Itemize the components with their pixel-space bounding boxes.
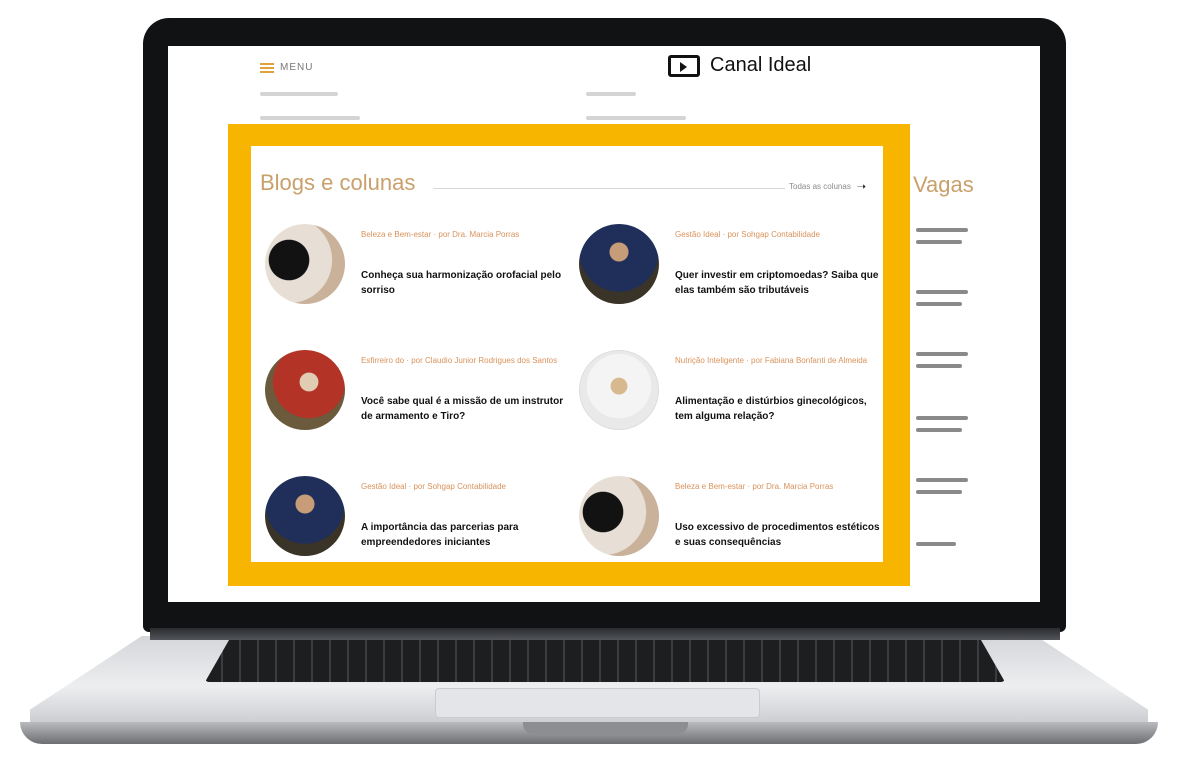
author-avatar: [265, 224, 345, 304]
laptop-trackpad: [435, 688, 760, 718]
hamburger-icon: [260, 62, 274, 73]
vagas-more-link[interactable]: [916, 542, 996, 554]
post-category[interactable]: Beleza e Bem-estar · por Dra. Marcia Por…: [675, 480, 875, 494]
all-columns-label: Todas as colunas: [789, 182, 851, 191]
logo-text: Canal Ideal: [710, 54, 812, 76]
laptop-hinge: [150, 628, 1060, 640]
author-avatar: [265, 476, 345, 556]
post-category[interactable]: Gestão Ideal · por Sohgap Contabilidade: [675, 228, 875, 242]
vagas-title: Vagas: [913, 172, 974, 197]
post-category[interactable]: Esfirreiro do · por Claudio Junior Rodri…: [361, 354, 561, 368]
menu-button[interactable]: MENU: [260, 62, 313, 73]
blog-post[interactable]: Esfirreiro do · por Claudio Junior Rodri…: [265, 350, 565, 460]
post-headline[interactable]: Conheça sua harmonização orofacial pelo …: [361, 268, 566, 298]
vagas-item[interactable]: [916, 290, 996, 314]
highlight-frame: Blogs e colunas Todas as colunas ➝ Belez…: [228, 124, 910, 586]
blogs-title: Blogs e colunas: [260, 170, 416, 195]
post-headline[interactable]: Alimentação e distúrbios ginecológicos, …: [675, 394, 880, 424]
play-screen-icon: [668, 54, 700, 77]
blog-post[interactable]: Nutrição Inteligente · por Fabiana Bonfa…: [579, 350, 879, 460]
post-category[interactable]: Nutrição Inteligente · por Fabiana Bonfa…: [675, 354, 875, 368]
blogs-panel: Blogs e colunas Todas as colunas ➝ Belez…: [251, 146, 883, 562]
blurred-text: [586, 92, 636, 96]
blurred-text: [260, 92, 338, 96]
author-avatar: [265, 350, 345, 430]
laptop-notch: [523, 722, 688, 734]
all-columns-link[interactable]: Todas as colunas ➝: [789, 180, 866, 193]
blog-post[interactable]: Gestão Ideal · por Sohgap Contabilidade …: [579, 224, 879, 334]
post-headline[interactable]: A importância das parcerias para empreen…: [361, 520, 566, 550]
menu-label: MENU: [280, 62, 314, 73]
vagas-item[interactable]: [916, 478, 996, 502]
post-category[interactable]: Gestão Ideal · por Sohgap Contabilidade: [361, 480, 561, 494]
author-avatar: [579, 476, 659, 556]
post-headline[interactable]: Quer investir em criptomoedas? Saiba que…: [675, 268, 880, 298]
vagas-item[interactable]: [916, 228, 996, 252]
post-headline[interactable]: Você sabe qual é a missão de um instruto…: [361, 394, 566, 424]
title-divider: [433, 188, 785, 189]
post-category[interactable]: Beleza e Bem-estar · por Dra. Marcia Por…: [361, 228, 561, 242]
blurred-link: [260, 116, 360, 120]
laptop-keyboard: [205, 640, 1005, 682]
vagas-item[interactable]: [916, 352, 996, 376]
blog-post[interactable]: Beleza e Bem-estar · por Dra. Marcia Por…: [265, 224, 565, 334]
blurred-link: [586, 116, 686, 120]
blog-post[interactable]: Gestão Ideal · por Sohgap Contabilidade …: [265, 476, 565, 586]
vagas-item[interactable]: [916, 416, 996, 440]
website-screen: MENU Canal Ideal Vagas Blogs e colunas T…: [168, 46, 1040, 602]
site-logo[interactable]: Canal Ideal: [668, 54, 811, 77]
blog-post[interactable]: Beleza e Bem-estar · por Dra. Marcia Por…: [579, 476, 880, 586]
post-headline[interactable]: Uso excessivo de procedimentos estéticos…: [675, 520, 880, 550]
author-avatar: [579, 350, 659, 430]
author-avatar: [579, 224, 659, 304]
arrow-right-icon: ➝: [856, 181, 867, 193]
